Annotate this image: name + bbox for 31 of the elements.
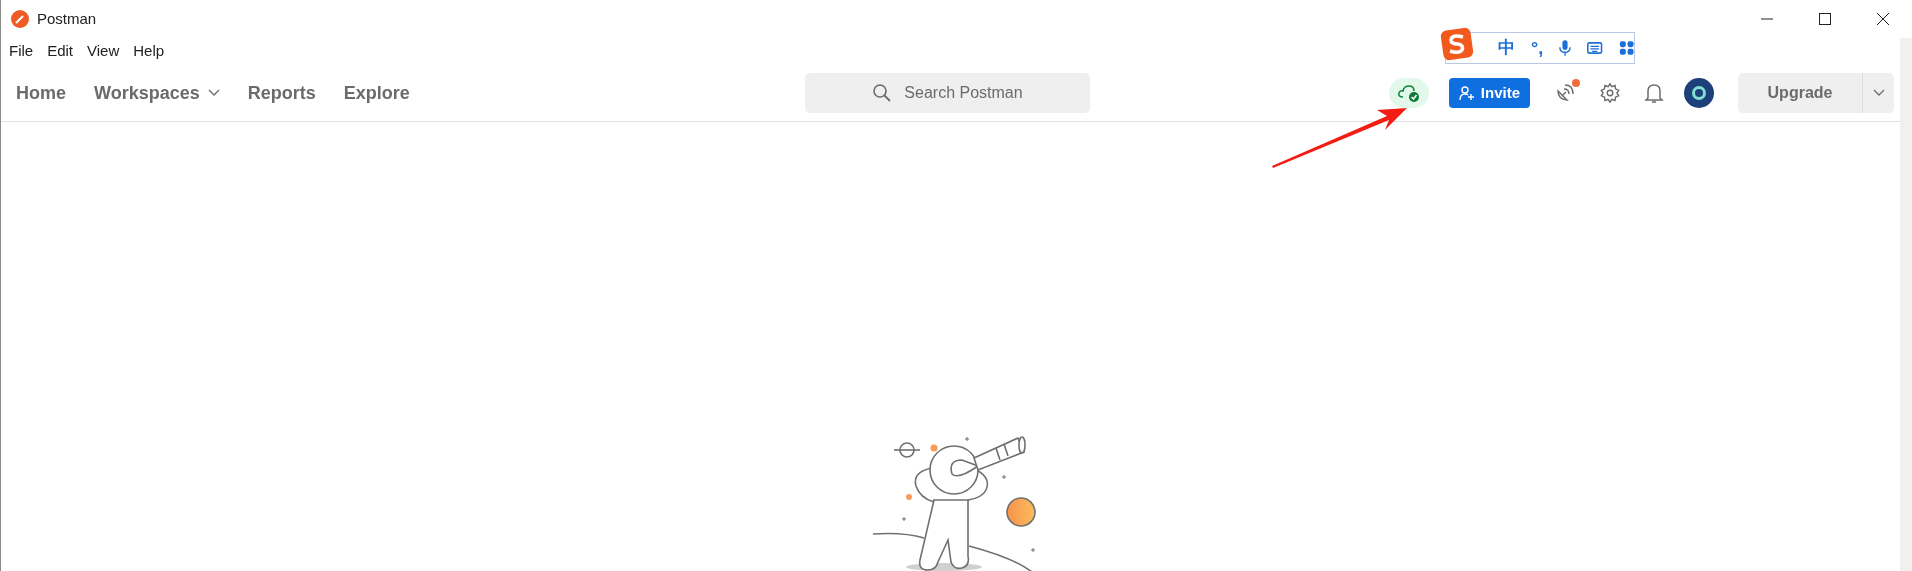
cloud-check-icon xyxy=(1396,83,1421,103)
search-icon xyxy=(872,83,893,103)
nav-tab[interactable]: Explore xyxy=(343,79,410,107)
ime-punctuation[interactable]: °, xyxy=(1531,34,1544,62)
menu-item[interactable]: Help xyxy=(133,40,165,63)
nav-tab[interactable]: Reports xyxy=(247,79,316,107)
menu-item[interactable]: File xyxy=(9,40,34,63)
keyboard-icon[interactable] xyxy=(1587,41,1603,55)
chevron-down-icon xyxy=(1872,89,1885,97)
menu-item[interactable]: Edit xyxy=(47,40,74,63)
add-user-icon xyxy=(1458,85,1475,101)
close-icon xyxy=(1877,13,1889,25)
chevron-down-icon xyxy=(207,89,220,97)
upgrade-button[interactable]: Upgrade xyxy=(1738,73,1862,113)
grid-icon[interactable] xyxy=(1618,39,1634,57)
invite-button[interactable]: Invite xyxy=(1448,78,1530,108)
nav-tab[interactable]: Workspaces xyxy=(94,79,220,107)
avatar[interactable] xyxy=(1684,78,1714,108)
microphone-icon[interactable] xyxy=(1559,38,1572,58)
menu-item[interactable]: View xyxy=(87,40,120,63)
settings-icon xyxy=(1599,82,1621,104)
window-title: Postman xyxy=(37,8,97,29)
ime-mode[interactable]: 中 xyxy=(1498,35,1515,61)
search-field[interactable]: Search Postman xyxy=(805,73,1090,113)
postman-logo-icon xyxy=(11,10,29,28)
sync-status-button[interactable] xyxy=(1388,78,1429,108)
search-placeholder: Search Postman xyxy=(904,83,1023,103)
bell-icon xyxy=(1644,82,1664,104)
maximize-icon xyxy=(1819,13,1831,25)
nav-tab[interactable]: Home xyxy=(16,79,66,107)
satellite-icon xyxy=(1555,82,1577,104)
